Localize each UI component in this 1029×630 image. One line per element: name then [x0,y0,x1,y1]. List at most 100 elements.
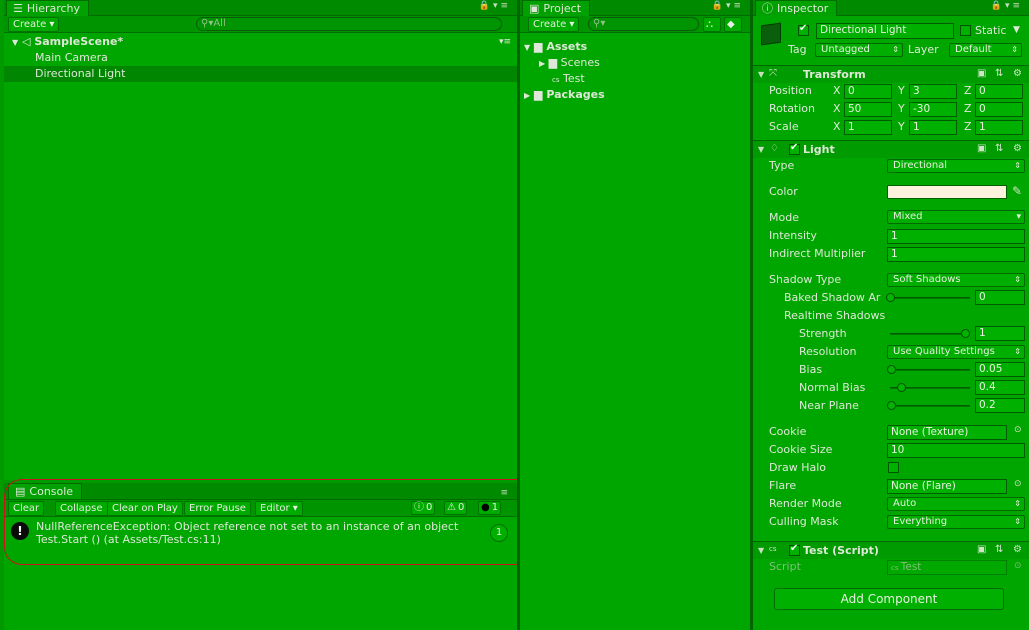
flare-object-field[interactable]: None (Flare) [887,479,1007,494]
slider-knob[interactable] [887,365,896,374]
layer-dropdown[interactable]: Default [949,43,1022,57]
preset-icon[interactable]: ⇅ [995,143,1003,154]
slider-knob[interactable] [897,383,906,392]
position-x-field[interactable]: 0 [844,84,892,99]
tree-item-test[interactable]: cs Test [520,71,750,87]
csharp-script-icon: cs [769,545,777,553]
help-book-icon[interactable]: ▣ [977,143,986,154]
indirect-multiplier-field[interactable]: 1 [887,247,1025,262]
type-dropdown[interactable]: Directional [887,159,1025,173]
baked-shadow-angle-field[interactable]: 0 [975,290,1025,305]
tab-hierarchy[interactable]: ☰ Hierarchy [6,0,90,16]
panel-menu-icon[interactable]: 🔒▾≡ [712,1,744,11]
error-count-toggle[interactable]: ● 1 [478,501,502,515]
filter-by-type-icon[interactable]: ⛬ [703,17,721,32]
light-header[interactable]: ▼ ♢ Light ▣ ⇅ ⚙ [753,140,1029,158]
strength-field[interactable]: 1 [975,326,1025,341]
hierarchy-tabstrip: ☰ Hierarchy 🔒▾≡ [4,0,517,16]
slider-knob[interactable] [886,293,895,302]
baked-shadow-angle-slider[interactable] [890,297,970,299]
foldout-closed-icon: ▶ [539,59,546,68]
strength-slider[interactable] [890,333,970,335]
slider-knob[interactable] [887,401,896,410]
object-picker-icon[interactable]: ⊙ [1014,425,1022,435]
project-create-label: Create [533,19,567,30]
bias-field[interactable]: 0.05 [975,362,1025,377]
cookie-size-field[interactable]: 10 [887,443,1025,458]
error-pause-button[interactable]: Error Pause [184,501,251,516]
scene-row[interactable]: ▼ ◁ SampleScene* ▾≡ [4,34,517,50]
tab-console[interactable]: ▤ Console [8,483,83,499]
scale-x-field[interactable]: 1 [844,120,892,135]
near-plane-field[interactable]: 0.2 [975,398,1025,413]
bias-slider[interactable] [890,369,970,371]
gear-icon[interactable]: ⚙ [1013,68,1022,79]
console-menu-icon[interactable]: ≡ [500,488,511,498]
editor-dropdown[interactable]: Editor ▾ [255,501,303,516]
warning-count-toggle[interactable]: ⚠ 0 [444,501,468,515]
render-mode-dropdown[interactable]: Auto [887,497,1025,511]
console-log-entry[interactable]: ! NullReferenceException: Object referen… [4,519,517,549]
add-component-button[interactable]: Add Component [774,588,1004,610]
slider-knob[interactable] [961,329,970,338]
panel-menu-icon[interactable]: 🔒▾≡ [991,1,1023,11]
tab-project[interactable]: ▣ Project [522,0,591,16]
info-count-toggle[interactable]: ⓘ 0 [411,501,436,515]
active-checkbox[interactable] [798,23,809,36]
tab-inspector[interactable]: ⓘ Inspector [755,0,838,16]
tree-item-assets[interactable]: ▼ ▆ Assets [520,39,750,55]
scale-y-field[interactable]: 1 [909,120,957,135]
axis-y-label: Y [898,120,905,133]
tree-item-packages[interactable]: ▶ ▆ Packages [520,87,750,103]
position-z-field[interactable]: 0 [975,84,1023,99]
clear-button[interactable]: Clear [8,501,45,516]
folder-icon: ▣ [529,2,540,15]
axis-x-label: X [833,102,841,115]
panel-menu-icon[interactable]: 🔒▾≡ [479,1,511,11]
hierarchy-search-input[interactable]: ⚲▾All [196,17,502,31]
static-dropdown-icon[interactable]: ▼ [1013,25,1020,35]
project-create-button[interactable]: Create ▾ [528,17,580,32]
baked-shadow-angle-label: Baked Shadow Ar [784,291,881,304]
gear-icon[interactable]: ⚙ [1013,143,1022,154]
resolution-dropdown[interactable]: Use Quality Settings [887,345,1025,359]
hierarchy-item-main-camera[interactable]: Main Camera [4,50,517,66]
rotation-x-field[interactable]: 50 [844,102,892,117]
shadow-type-dropdown[interactable]: Soft Shadows [887,273,1025,287]
light-enabled-checkbox[interactable] [789,142,800,155]
rotation-y-field[interactable]: -30 [909,102,957,117]
draw-halo-checkbox[interactable] [888,462,899,473]
intensity-field[interactable]: 1 [887,229,1025,244]
gear-icon[interactable]: ⚙ [1013,544,1022,555]
scale-z-field[interactable]: 1 [975,120,1023,135]
tree-item-scenes[interactable]: ▶ ▆ Scenes [520,55,750,71]
object-picker-icon[interactable]: ⊙ [1014,479,1022,489]
mode-dropdown[interactable]: Mixed [887,210,1025,224]
culling-mask-dropdown[interactable]: Everything [887,515,1025,529]
rotation-z-field[interactable]: 0 [975,102,1023,117]
script-enabled-checkbox[interactable] [789,543,800,556]
color-swatch[interactable] [887,185,1007,199]
object-name-input[interactable]: Directional Light [816,23,954,39]
create-button[interactable]: Create ▾ [8,17,60,32]
eyedropper-icon[interactable]: ✎ [1012,184,1022,198]
preset-icon[interactable]: ⇅ [995,68,1003,79]
cookie-size-label: Cookie Size [769,443,833,456]
static-checkbox[interactable] [960,25,971,36]
transform-header[interactable]: ▼ ⤧ Transform ▣ ⇅ ⚙ [753,65,1029,83]
normal-bias-field[interactable]: 0.4 [975,380,1025,395]
hierarchy-item-directional-light[interactable]: Directional Light [4,66,517,82]
near-plane-slider[interactable] [890,405,970,407]
help-book-icon[interactable]: ▣ [977,544,986,555]
position-y-field[interactable]: 3 [909,84,957,99]
script-header[interactable]: ▼ cs Test (Script) ▣ ⇅ ⚙ [753,541,1029,559]
clear-on-play-button[interactable]: Clear on Play [107,501,183,516]
scene-menu-icon[interactable]: ▾≡ [499,34,511,50]
preset-icon[interactable]: ⇅ [995,544,1003,555]
help-book-icon[interactable]: ▣ [977,68,986,79]
cookie-object-field[interactable]: None (Texture) [887,425,1007,440]
filter-by-label-icon[interactable]: ◆ [724,17,742,32]
project-search-input[interactable]: ⚲▾ [588,17,699,31]
tag-dropdown[interactable]: Untagged [815,43,903,57]
collapse-button[interactable]: Collapse [55,501,108,516]
